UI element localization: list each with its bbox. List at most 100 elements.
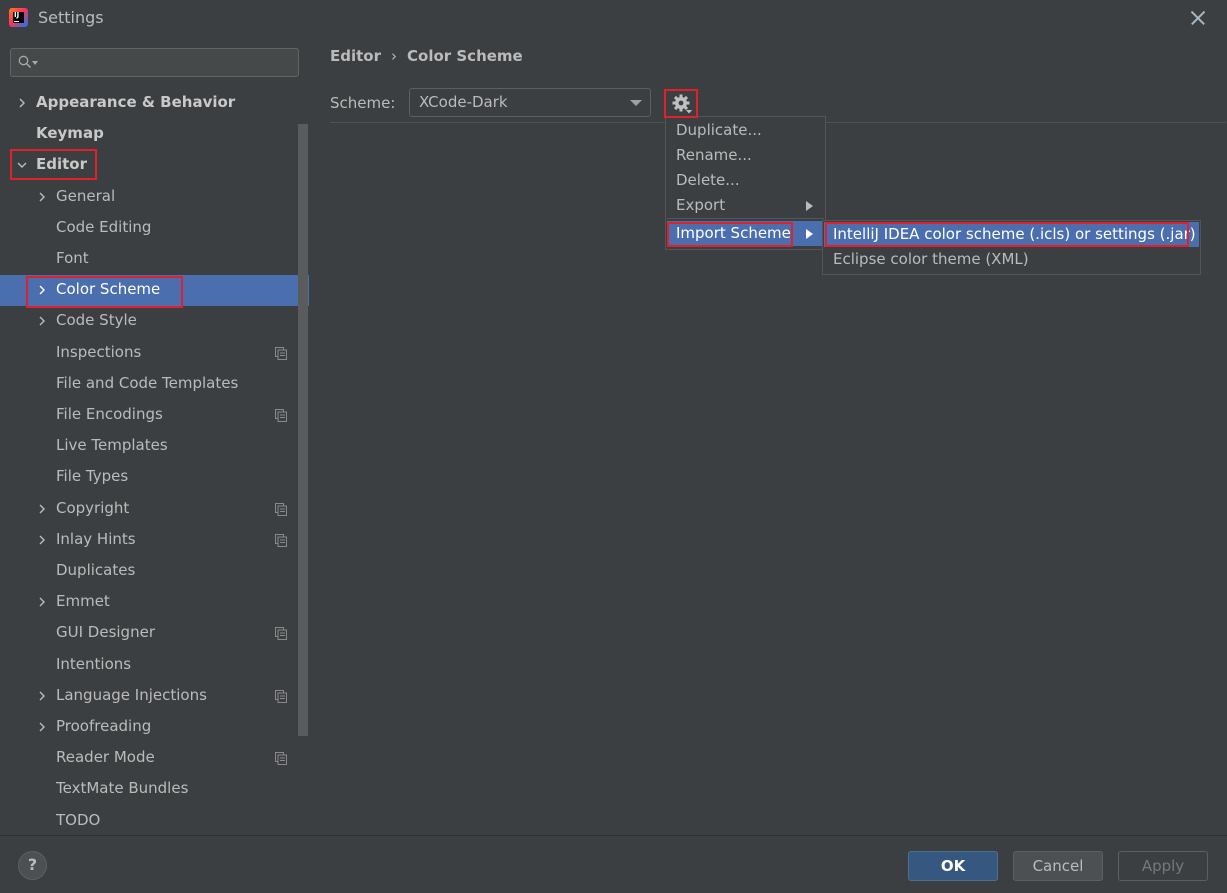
- menu-item-label: Rename...: [676, 146, 752, 164]
- apply-button[interactable]: Apply: [1118, 851, 1208, 881]
- chevron-right-icon[interactable]: [36, 315, 48, 327]
- tree-item-label: Code Editing: [56, 218, 152, 236]
- menu-item-delete[interactable]: Delete...: [667, 168, 824, 193]
- search-options-chevron-down-icon: [32, 61, 38, 65]
- project-scope-icon: [275, 627, 287, 640]
- tree-item-label: Reader Mode: [56, 748, 155, 766]
- scheme-actions-button[interactable]: [666, 90, 698, 118]
- close-icon[interactable]: [1186, 6, 1210, 30]
- chevron-right-icon[interactable]: [36, 596, 48, 608]
- intellij-idea-logo-icon: IJ: [9, 8, 28, 27]
- breadcrumb: Editor › Color Scheme: [330, 47, 523, 65]
- tree-item-label: TODO: [56, 811, 101, 829]
- ok-button[interactable]: OK: [908, 851, 998, 881]
- import-scheme-submenu: IntelliJ IDEA color scheme (.icls) or se…: [822, 220, 1201, 275]
- tree-item-inspections[interactable]: Inspections: [0, 338, 310, 369]
- tree-item-label: TextMate Bundles: [56, 779, 189, 797]
- tree-item-label: File and Code Templates: [56, 374, 239, 392]
- tree-item-inlay-hints[interactable]: Inlay Hints: [0, 525, 310, 556]
- submenu-item-label: IntelliJ IDEA color scheme (.icls) or se…: [833, 225, 1196, 243]
- search-box[interactable]: [10, 48, 299, 77]
- cancel-button[interactable]: Cancel: [1013, 851, 1103, 881]
- tree-item-font[interactable]: Font: [0, 244, 310, 275]
- sidebar-scrollbar-thumb[interactable]: [298, 124, 308, 736]
- menu-item-rename[interactable]: Rename...: [667, 143, 824, 168]
- chevron-right-icon[interactable]: [36, 191, 48, 203]
- tree-item-code-style[interactable]: Code Style: [0, 306, 310, 337]
- breadcrumb-parent: Editor: [330, 47, 381, 65]
- dialog-footer: ? OK Cancel Apply: [0, 835, 1227, 893]
- tree-item-keymap[interactable]: Keymap: [0, 119, 310, 150]
- tree-item-label: Color Scheme: [56, 280, 161, 298]
- tree-item-label: Proofreading: [56, 717, 152, 735]
- window-title: Settings: [38, 8, 104, 27]
- tree-item-emmet[interactable]: Emmet: [0, 587, 310, 618]
- tree-item-label: File Encodings: [56, 405, 163, 423]
- scheme-label: Scheme:: [330, 94, 396, 112]
- menu-item-export[interactable]: Export: [667, 193, 824, 218]
- submenu-item-eclipse-color-theme-xml[interactable]: Eclipse color theme (XML): [824, 247, 1199, 272]
- chevron-right-icon[interactable]: [36, 503, 48, 515]
- tree-item-appearance-behavior[interactable]: Appearance & Behavior: [0, 88, 310, 119]
- tree-item-label: Duplicates: [56, 561, 136, 579]
- chevron-right-icon[interactable]: [36, 721, 48, 733]
- tree-item-copyright[interactable]: Copyright: [0, 494, 310, 525]
- tree-item-todo[interactable]: TODO: [0, 806, 310, 837]
- tree-item-duplicates[interactable]: Duplicates: [0, 556, 310, 587]
- tree-item-editor[interactable]: Editor: [0, 150, 310, 181]
- submenu-arrow-icon: [806, 229, 813, 239]
- search-icon: [18, 55, 31, 68]
- tree-item-label: Copyright: [56, 499, 130, 517]
- title-bar: IJ Settings: [0, 0, 1227, 36]
- scheme-actions-menu: Duplicate... Rename... Delete... Export Impo…: [665, 116, 826, 250]
- tree-item-label: Intentions: [56, 655, 132, 673]
- help-button[interactable]: ?: [18, 851, 47, 880]
- tree-item-label: File Types: [56, 467, 129, 485]
- chevron-down-icon: [630, 100, 642, 106]
- submenu-arrow-icon: [806, 201, 813, 211]
- tree-item-label: GUI Designer: [56, 623, 155, 641]
- tree-item-file-encodings[interactable]: File Encodings: [0, 400, 310, 431]
- chevron-right-icon[interactable]: [36, 690, 48, 702]
- project-scope-icon: [275, 690, 287, 703]
- chevron-right-icon[interactable]: [16, 97, 28, 109]
- help-question-icon: ?: [27, 855, 38, 874]
- menu-separator: [667, 218, 824, 219]
- scheme-select[interactable]: XCode-Dark: [409, 88, 651, 117]
- tree-item-label: Code Style: [56, 311, 137, 329]
- menu-item-label: Import Scheme: [676, 224, 791, 242]
- tree-item-code-editing[interactable]: Code Editing: [0, 213, 310, 244]
- menu-item-label: Delete...: [676, 171, 740, 189]
- tree-item-textmate-bundles[interactable]: TextMate Bundles: [0, 774, 310, 805]
- breadcrumb-current: Color Scheme: [407, 47, 523, 65]
- tree-item-reader-mode[interactable]: Reader Mode: [0, 743, 310, 774]
- scheme-select-value: XCode-Dark: [419, 93, 508, 111]
- project-scope-icon: [275, 503, 287, 516]
- project-scope-icon: [275, 752, 287, 765]
- gear-icon: [672, 94, 692, 114]
- tree-item-label: Appearance & Behavior: [36, 93, 236, 111]
- search-input[interactable]: [41, 52, 291, 73]
- tree-item-proofreading[interactable]: Proofreading: [0, 712, 310, 743]
- tree-item-live-templates[interactable]: Live Templates: [0, 431, 310, 462]
- tree-item-intentions[interactable]: Intentions: [0, 650, 310, 681]
- menu-item-import-scheme[interactable]: Import Scheme: [667, 221, 824, 246]
- submenu-item-label: Eclipse color theme (XML): [833, 250, 1029, 268]
- tree-item-gui-designer[interactable]: GUI Designer: [0, 618, 310, 649]
- menu-item-label: Duplicate...: [676, 121, 762, 139]
- chevron-right-icon[interactable]: [36, 284, 48, 296]
- tree-item-color-scheme[interactable]: Color Scheme: [0, 275, 309, 306]
- chevron-right-icon[interactable]: [36, 534, 48, 546]
- submenu-item-intellij-idea-color-scheme-icls-or-settings-jar[interactable]: IntelliJ IDEA color scheme (.icls) or se…: [824, 222, 1199, 247]
- tree-item-file-and-code-templates[interactable]: File and Code Templates: [0, 369, 310, 400]
- menu-item-duplicate[interactable]: Duplicate...: [667, 118, 824, 143]
- project-scope-icon: [275, 347, 287, 360]
- menu-item-label: Export: [676, 196, 726, 214]
- project-scope-icon: [275, 534, 287, 547]
- tree-item-language-injections[interactable]: Language Injections: [0, 681, 310, 712]
- tree-item-file-types[interactable]: File Types: [0, 462, 310, 493]
- tree-item-label: Editor: [36, 155, 87, 173]
- project-scope-icon: [275, 409, 287, 422]
- chevron-down-icon[interactable]: [16, 159, 28, 171]
- tree-item-general[interactable]: General: [0, 182, 310, 213]
